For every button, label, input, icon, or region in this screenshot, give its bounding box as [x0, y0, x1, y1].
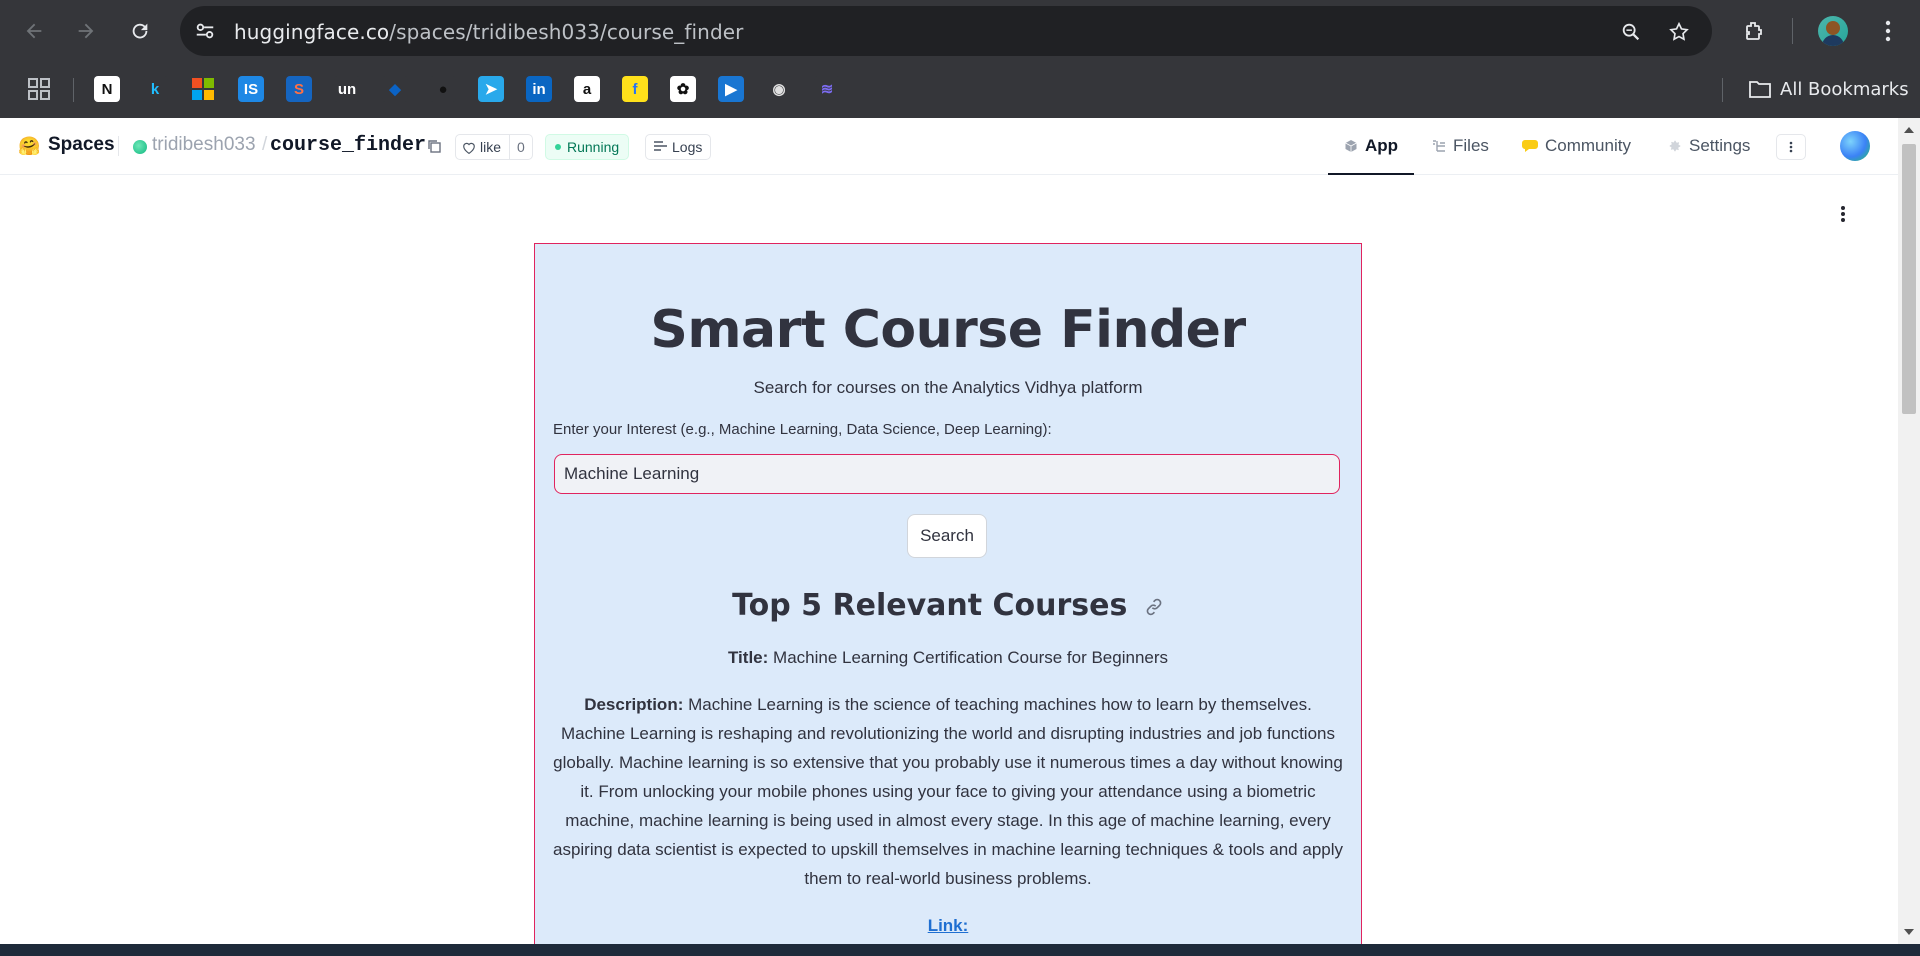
folder-icon: [1749, 81, 1771, 98]
results-heading-text: Top 5 Relevant Courses: [732, 588, 1128, 623]
bookmark-microsoft-icon[interactable]: [190, 76, 216, 102]
spaces-link[interactable]: Spaces: [48, 134, 115, 156]
scroll-up-arrow-icon[interactable]: [1904, 127, 1914, 133]
course-title: Title: Machine Learning Certification Co…: [535, 648, 1361, 668]
logs-icon: [654, 141, 667, 151]
bookmark-separator: [73, 78, 74, 102]
more-vert-icon[interactable]: [1872, 15, 1904, 47]
profile-avatar[interactable]: [1818, 16, 1848, 46]
bookmark-flipkart-icon[interactable]: f: [622, 76, 648, 102]
site-settings-icon[interactable]: [194, 20, 216, 42]
bookmark-linkedin-icon[interactable]: in: [526, 76, 552, 102]
copy-icon[interactable]: [426, 138, 442, 154]
browser-toolbar: huggingface.co/spaces/tridibesh033/cours…: [0, 0, 1920, 62]
course-description-value: Machine Learning is the science of teach…: [553, 695, 1344, 888]
search-button[interactable]: Search: [907, 514, 987, 558]
course-title-value: Machine Learning Certification Course fo…: [773, 648, 1169, 667]
owner-avatar-icon: [133, 140, 147, 154]
bookmark-video-icon[interactable]: ▶: [718, 76, 744, 102]
scroll-down-arrow-icon[interactable]: [1904, 929, 1914, 935]
tab-community[interactable]: Community: [1522, 118, 1631, 174]
bookmark-amazon-icon[interactable]: a: [574, 76, 600, 102]
chat-bubble-icon: [1522, 140, 1538, 152]
all-bookmarks-label: All Bookmarks: [1780, 78, 1909, 100]
extensions-icon[interactable]: [1738, 15, 1770, 47]
forward-arrow-icon[interactable]: [70, 15, 102, 47]
more-options-button[interactable]: [1776, 134, 1806, 160]
bookmark-chatgpt-icon[interactable]: ✿: [670, 76, 696, 102]
all-bookmarks-button[interactable]: All Bookmarks: [1748, 76, 1909, 102]
bookmark-notion-icon[interactable]: N: [94, 76, 120, 102]
gear-icon: [1669, 140, 1681, 152]
bookmark-pill-icon[interactable]: ◉: [766, 76, 792, 102]
status-dot-icon: [555, 144, 561, 150]
bookmark-s-app-icon[interactable]: S: [286, 76, 312, 102]
course-title-label: Title:: [727, 648, 769, 667]
bookmarks-bar: Nk IS Sun ◆ ● ➤ in a f ✿ ▶ ◉ ≋ All Bookmarks: [0, 62, 1920, 119]
zoom-icon[interactable]: [1620, 21, 1642, 43]
bookmark-github-icon[interactable]: ●: [430, 76, 456, 102]
tab-settings-label: Settings: [1689, 136, 1751, 155]
course-description: Description: Machine Learning is the sci…: [553, 690, 1343, 893]
tab-files-label: Files: [1453, 136, 1489, 155]
interest-input-label: Enter your Interest (e.g., Machine Learn…: [553, 421, 1052, 438]
reload-icon[interactable]: [124, 15, 156, 47]
course-description-label: Description:: [584, 695, 684, 714]
like-button[interactable]: like 0: [455, 134, 533, 160]
os-taskbar: [0, 944, 1920, 956]
bookmark-telegram-icon[interactable]: ➤: [478, 76, 504, 102]
path-separator: /: [262, 134, 268, 155]
app-card: Smart Course Finder Search for courses o…: [534, 243, 1362, 944]
files-icon: [1433, 140, 1445, 152]
user-avatar[interactable]: [1840, 131, 1870, 161]
toolbar-divider: [1792, 18, 1793, 44]
tab-app-label: App: [1365, 136, 1399, 155]
interest-input[interactable]: Machine Learning: [554, 454, 1340, 494]
header-divider: [118, 136, 119, 156]
address-bar[interactable]: huggingface.co/spaces/tridibesh033/cours…: [180, 6, 1712, 56]
bookmark-star-icon[interactable]: [1668, 21, 1690, 43]
tab-app[interactable]: App: [1328, 118, 1415, 175]
bookmark-unstop-icon[interactable]: un: [334, 76, 360, 102]
bookmark-separator: [1722, 78, 1723, 102]
logs-button[interactable]: Logs: [645, 134, 712, 160]
app-frame: Smart Course Finder Search for courses o…: [0, 175, 1898, 944]
bookmark-kaggle-icon[interactable]: k: [142, 76, 168, 102]
course-link[interactable]: Link:: [535, 916, 1361, 936]
cube-icon: [1345, 140, 1357, 152]
logs-label: Logs: [672, 139, 703, 155]
status-badge[interactable]: Running: [545, 134, 630, 160]
hugging-face-logo-icon[interactable]: 🤗: [18, 136, 40, 157]
tab-settings[interactable]: Settings: [1668, 118, 1750, 174]
owner-link[interactable]: tridibesh033: [152, 134, 256, 156]
scroll-thumb[interactable]: [1902, 144, 1916, 414]
results-heading: Top 5 Relevant Courses: [535, 588, 1361, 623]
tab-files[interactable]: Files: [1432, 118, 1489, 174]
link-anchor-icon[interactable]: [1144, 597, 1164, 617]
page-scrollbar[interactable]: [1898, 118, 1920, 944]
back-arrow-icon[interactable]: [18, 15, 50, 47]
more-vert-icon: [1789, 141, 1793, 153]
url-text: huggingface.co/spaces/tridibesh033/cours…: [234, 20, 744, 44]
bookmark-vscode-icon[interactable]: ◆: [382, 76, 408, 102]
like-label: like: [480, 139, 502, 155]
apps-grid-icon[interactable]: [26, 76, 52, 102]
like-count: 0: [517, 139, 525, 155]
tab-community-label: Community: [1545, 136, 1631, 155]
streamlit-menu-icon[interactable]: [1840, 205, 1846, 229]
page-title: Smart Course Finder: [650, 300, 1246, 360]
repo-name-link[interactable]: course_finder: [270, 134, 426, 157]
hf-space-header: 🤗 Spaces tridibesh033 / course_finder li…: [0, 118, 1898, 175]
bookmark-is-icon[interactable]: IS: [238, 76, 264, 102]
status-label: Running: [567, 139, 620, 155]
page-subtitle: Search for courses on the Analytics Vidh…: [753, 378, 1143, 397]
bookmark-layers-icon[interactable]: ≋: [814, 76, 840, 102]
heart-icon: [463, 142, 475, 154]
